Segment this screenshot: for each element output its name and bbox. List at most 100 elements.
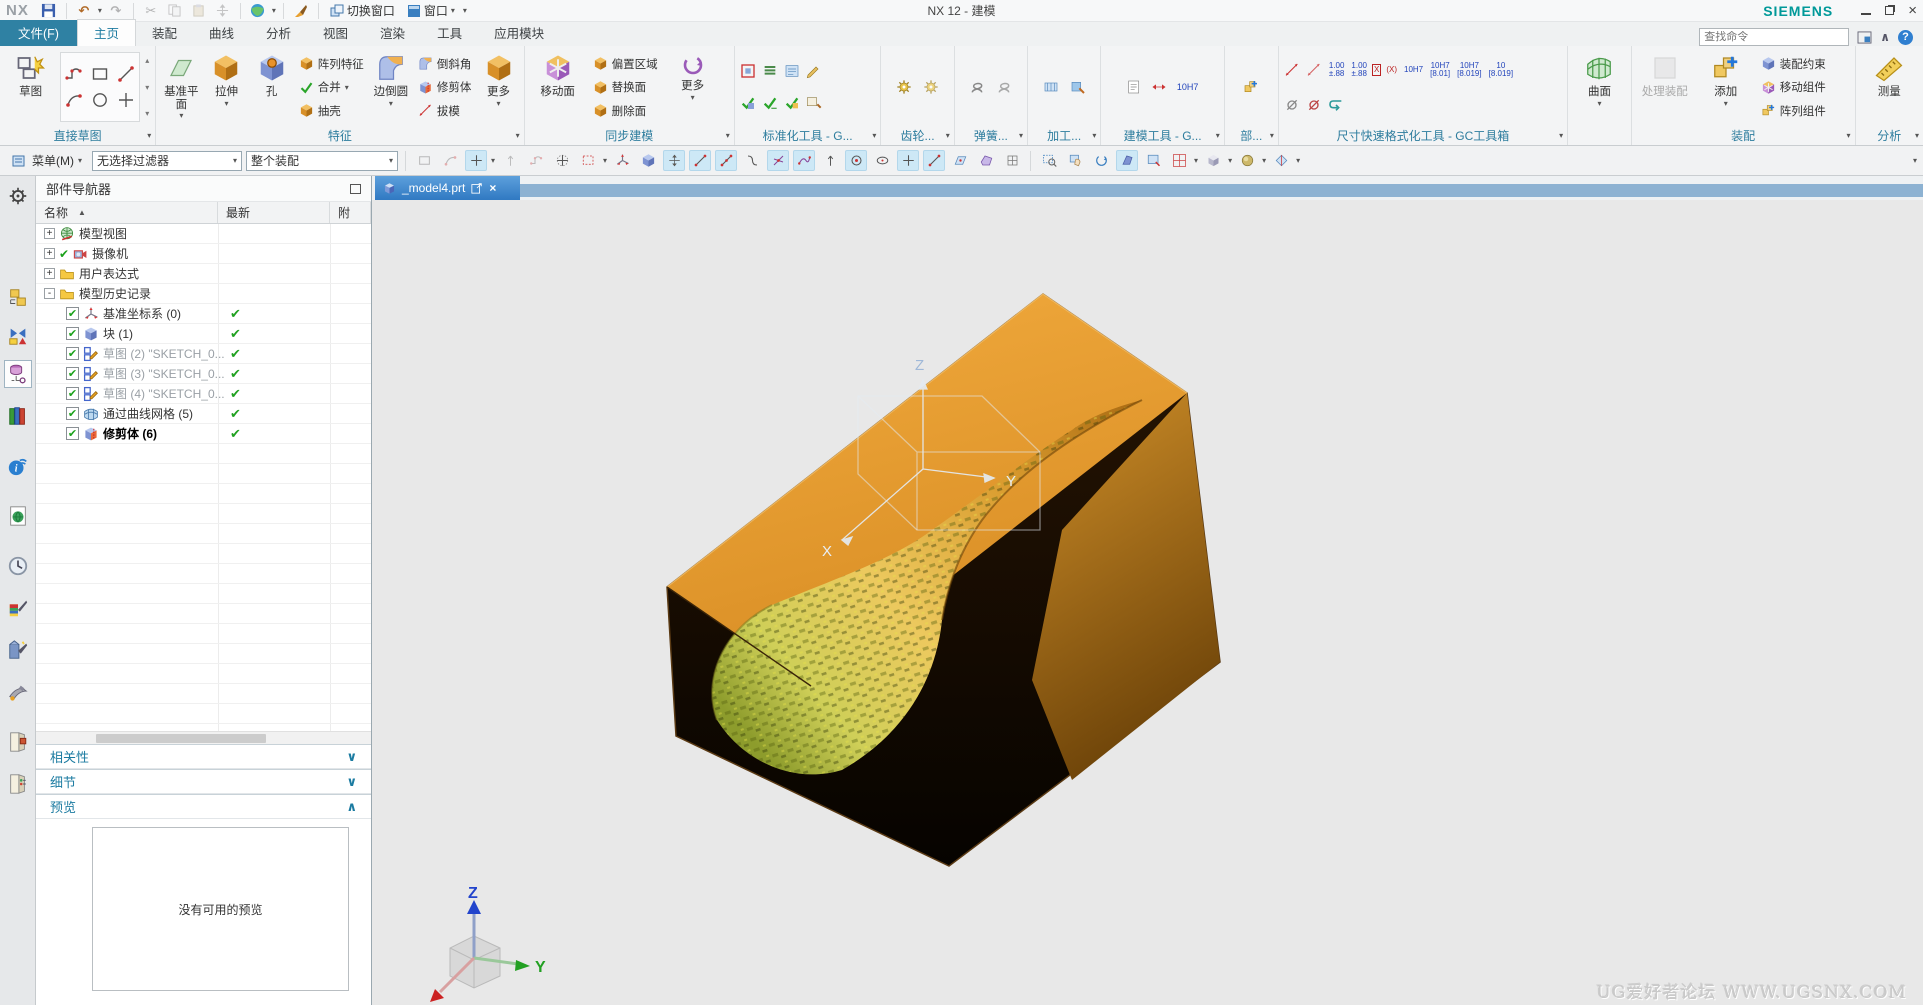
tree-row-sketch-4[interactable]: 草图 (4) "SKETCH_0... ✔ (36, 384, 371, 404)
dim-angled-2-icon[interactable] (1305, 61, 1324, 79)
part-navigator-icon[interactable] (4, 360, 32, 388)
snap-stop-icon[interactable] (525, 150, 547, 171)
minimize-button[interactable] (1861, 7, 1872, 15)
switch-window-button[interactable]: 切换窗口 (326, 2, 399, 19)
part-tab[interactable]: _model4.prt × (375, 176, 520, 200)
palette-window-icon[interactable] (4, 728, 32, 756)
command-search[interactable] (1699, 28, 1850, 46)
datum-plane-button[interactable]: 基准平面 ▾ (160, 48, 202, 126)
process-studio-icon[interactable] (4, 594, 32, 622)
group-label[interactable]: 部... ▾ (1225, 126, 1278, 145)
paste-icon[interactable] (189, 2, 209, 20)
chevron-down-icon[interactable]: ▾ (1262, 156, 1266, 165)
std-tool-8-icon[interactable] (805, 94, 824, 112)
select-all-icon[interactable] (413, 150, 435, 171)
resource-settings-icon[interactable] (4, 182, 32, 210)
point-dialog-icon[interactable] (551, 150, 573, 171)
sync-more-button[interactable]: 更多 ▾ (664, 48, 722, 126)
undo-dropdown-icon[interactable]: ▾ (98, 6, 102, 15)
dim-diam-icon[interactable] (1283, 96, 1302, 114)
tree-row-sketch-3[interactable]: 草图 (3) "SKETCH_0... ✔ (36, 364, 371, 384)
section-dependencies[interactable]: 相关性 ∨ (36, 744, 371, 769)
reuse-library-icon[interactable] (4, 402, 32, 430)
assembly-navigator-icon[interactable] (4, 284, 32, 312)
minimize-ribbon-icon[interactable]: ∧ (1880, 30, 1890, 44)
measure-button[interactable]: 测量 (1860, 48, 1918, 126)
dim-chip-10h7b[interactable]: 10H7 [8.01] (1428, 60, 1452, 80)
redo-icon[interactable]: ↷ (106, 2, 126, 20)
save-icon[interactable] (39, 2, 59, 20)
snap-move-icon[interactable] (663, 150, 686, 171)
dimension-icon[interactable] (1150, 78, 1169, 96)
window-tile-icon[interactable] (1168, 150, 1190, 171)
rectangle-tool[interactable] (87, 61, 113, 87)
constraint-navigator-icon[interactable] (4, 322, 32, 350)
pattern-component-button[interactable]: 阵列组件 (1758, 103, 1829, 119)
collapse-toggle[interactable]: - (44, 288, 55, 299)
line-tool[interactable] (113, 61, 139, 87)
menu-button[interactable]: 菜单(M) ▾ (6, 150, 88, 171)
pan-icon[interactable] (1064, 150, 1086, 171)
section-details[interactable]: 细节 ∨ (36, 769, 371, 794)
dim-chip-10h7[interactable]: 10H7 (1402, 64, 1425, 76)
std-tool-4-icon[interactable] (805, 62, 824, 80)
std-tool-2-icon[interactable] (761, 62, 780, 80)
group-label[interactable]: 标准化工具 - G... ▾ (735, 126, 881, 145)
snap-spline-icon[interactable] (793, 150, 816, 171)
trim-body-button[interactable]: 修剪体 (415, 79, 475, 95)
group-label[interactable]: 分析 ▾ (1856, 126, 1923, 145)
snap-face-icon[interactable] (949, 150, 971, 171)
feature-checkbox[interactable] (66, 407, 79, 420)
group-label[interactable]: 尺寸快速格式化工具 - GC工具箱 ▾ (1279, 126, 1567, 145)
process-assembly-button[interactable]: 处理装配 (1636, 48, 1694, 126)
group-label[interactable]: 齿轮... ▾ (881, 126, 953, 145)
column-uptodate[interactable]: 最新 (218, 202, 330, 223)
tab-assemblies[interactable]: 装配 (136, 20, 193, 46)
scroll-bottom-icon[interactable]: ▾ (145, 109, 149, 118)
move-object-icon[interactable] (213, 2, 233, 20)
help-icon[interactable]: ? (1898, 29, 1913, 45)
scroll-up-icon[interactable]: ▴ (145, 56, 149, 65)
hole-button[interactable]: 孔 (251, 48, 293, 126)
point-tool[interactable] (113, 87, 139, 113)
tree-row-block[interactable]: 块 (1) ✔ (36, 324, 371, 344)
group-label[interactable]: 直接草图 ▾ (0, 126, 155, 145)
snapshot-icon[interactable] (1142, 150, 1164, 171)
navigator-horizontal-scrollbar[interactable] (36, 731, 371, 744)
tree-row-datum-csys[interactable]: 基准坐标系 (0) ✔ (36, 304, 371, 324)
extrude-button[interactable]: 拉伸 ▾ (205, 48, 247, 126)
close-button[interactable]: × (1908, 2, 1917, 19)
snap-corner-icon[interactable] (741, 150, 763, 171)
selection-scope-combo[interactable]: 整个装配 ▾ (246, 150, 399, 171)
column-name[interactable]: 名称 ▲ (36, 202, 218, 223)
edge-blend-button[interactable]: 边倒圆 ▾ (370, 48, 412, 126)
tab-view[interactable]: 视图 (307, 20, 364, 46)
snap-point-enable-icon[interactable] (465, 150, 488, 171)
chevron-down-icon[interactable]: ▾ (1296, 156, 1300, 165)
bevel-gear-icon[interactable] (922, 78, 941, 96)
group-label[interactable]: 建模工具 - G... ▾ (1101, 126, 1223, 145)
std-tool-1-icon[interactable] (739, 62, 758, 80)
expand-toggle[interactable]: + (44, 268, 55, 279)
std-tool-6-icon[interactable] (761, 94, 780, 112)
group-label[interactable]: 加工... ▾ (1028, 126, 1100, 145)
snap-quadrant-icon[interactable] (897, 150, 920, 171)
expand-toggle[interactable]: + (44, 248, 55, 259)
snap-grid-icon[interactable] (1001, 150, 1023, 171)
tree-row-model-history[interactable]: - 模型历史记录 (36, 284, 371, 304)
undock-icon[interactable] (350, 183, 361, 194)
search-input[interactable] (1704, 31, 1847, 43)
dim-chip-2[interactable]: 1.00 ±.88 (1349, 60, 1369, 80)
surface-button[interactable]: 曲面 ▾ (1572, 48, 1627, 126)
history-icon[interactable] (4, 552, 32, 580)
cylinder-gear-icon[interactable] (895, 78, 914, 96)
tab-home[interactable]: 主页 (76, 19, 136, 46)
feature-checkbox[interactable] (66, 427, 79, 440)
group-label[interactable]: 弹簧... ▾ (955, 126, 1027, 145)
perspective-icon[interactable] (1116, 150, 1139, 171)
std-tool-5-icon[interactable] (739, 94, 758, 112)
dim-chip-x[interactable]: X (1371, 64, 1382, 77)
dim-chip-1[interactable]: 1.00 ±.88 (1327, 60, 1347, 80)
tree-row-sketch-2[interactable]: 草图 (2) "SKETCH_0... ✔ (36, 344, 371, 364)
expand-toggle[interactable]: + (44, 228, 55, 239)
